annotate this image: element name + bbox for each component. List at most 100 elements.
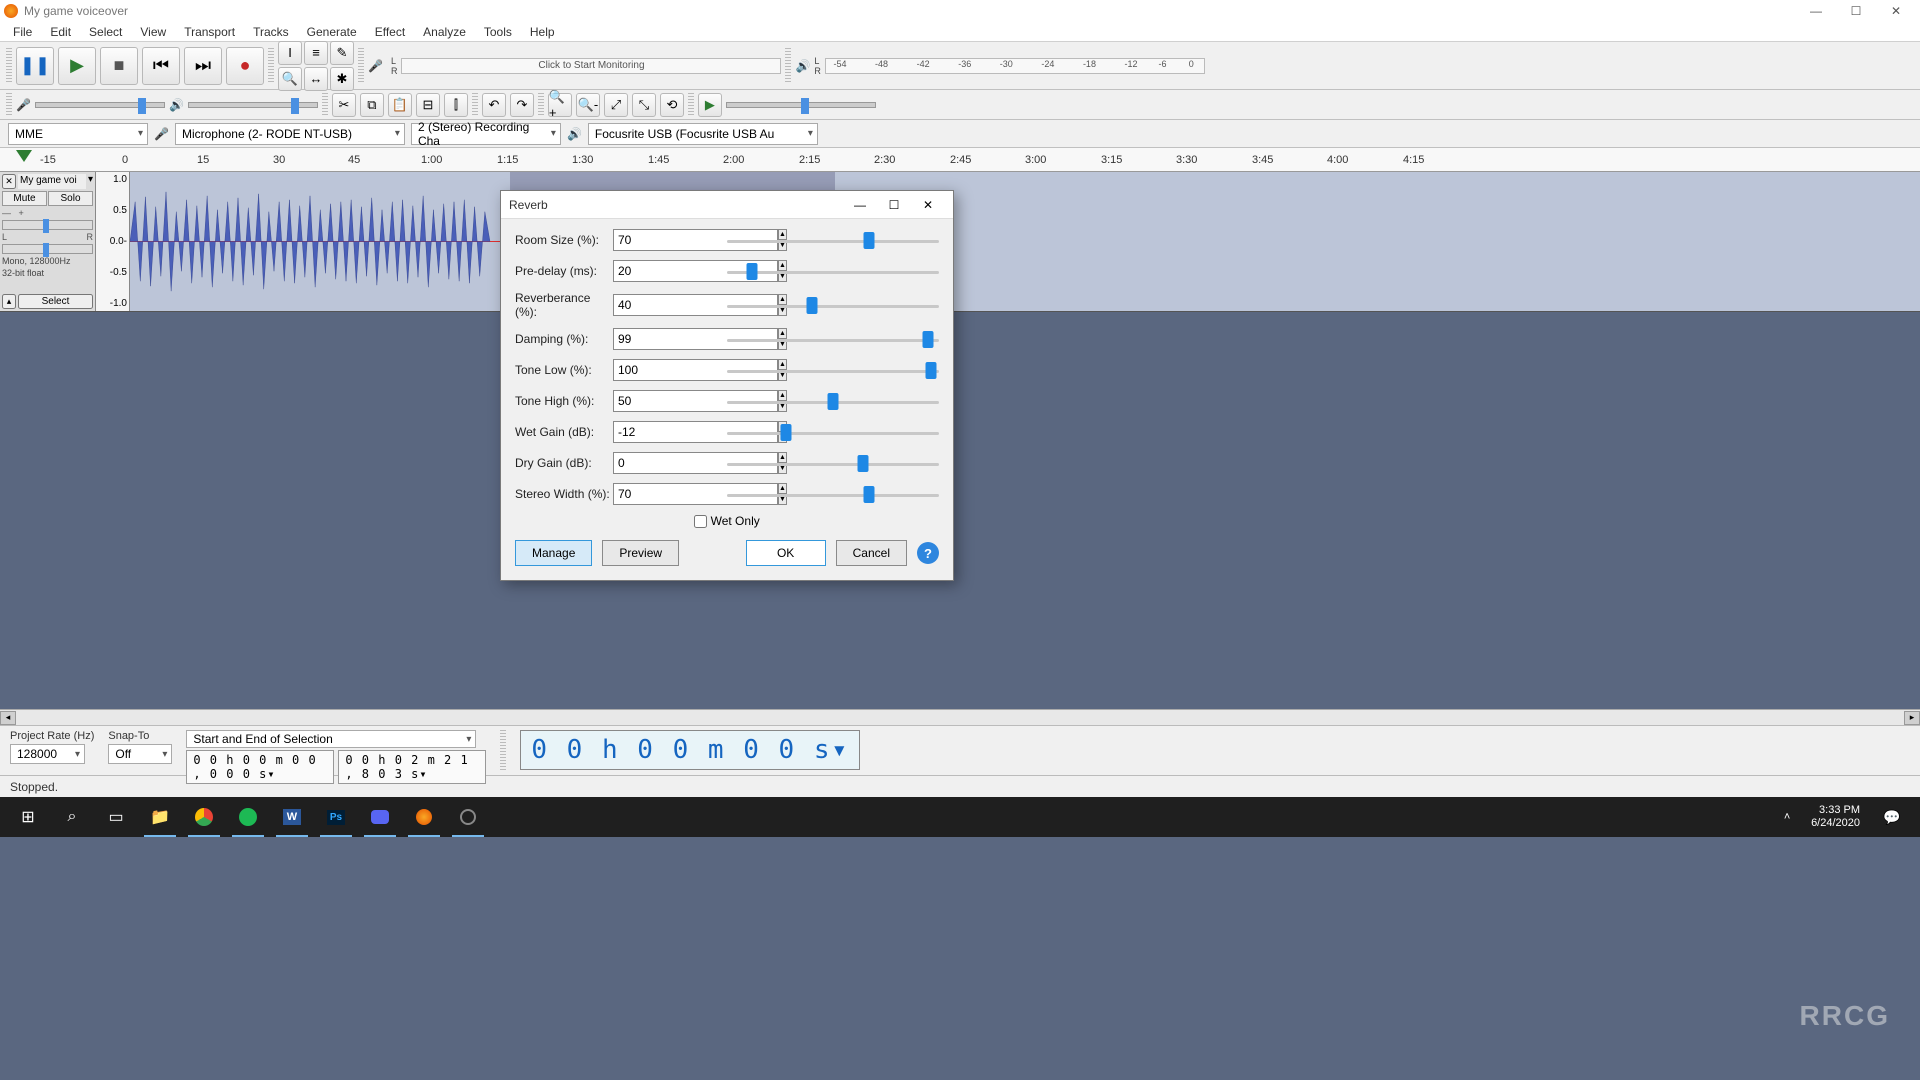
scroll-left-icon[interactable]: ◂ [0,711,16,725]
output-volume-slider[interactable] [188,102,318,108]
horizontal-scrollbar[interactable]: ◂ ▸ [0,709,1920,725]
solo-button[interactable]: Solo [48,191,93,206]
grip-icon[interactable] [6,93,12,117]
wet-only-checkbox[interactable] [694,515,707,528]
audacity-icon[interactable] [404,797,444,837]
timeshift-tool-icon[interactable]: ↔ [304,67,328,91]
menu-effect[interactable]: Effect [366,23,414,41]
selection-tool-icon[interactable]: I [278,41,302,65]
spotify-icon[interactable] [228,797,268,837]
param-slider[interactable] [727,295,939,315]
track-select-button[interactable]: Select [18,294,93,309]
help-icon[interactable]: ? [917,542,939,564]
selection-mode-select[interactable]: Start and End of Selection [186,730,476,748]
audio-host-select[interactable]: MME [8,123,148,145]
empty-track-area[interactable] [0,312,1920,709]
pan-slider[interactable] [2,244,93,254]
task-view-icon[interactable]: ▭ [96,797,136,837]
dialog-minimize-button[interactable]: — [843,193,877,217]
menu-generate[interactable]: Generate [298,23,366,41]
fit-selection-icon[interactable]: ⤢ [604,93,628,117]
photoshop-icon[interactable]: Ps [316,797,356,837]
play-button[interactable]: ▶ [58,47,96,85]
param-slider[interactable] [727,329,939,349]
playback-meter[interactable]: -54 -48 -42 -36 -30 -24 -18 -12 -6 0 [825,58,1205,74]
file-explorer-icon[interactable]: 📁 [140,797,180,837]
word-icon[interactable]: W [272,797,312,837]
minimize-button[interactable]: — [1796,0,1836,22]
fit-project-icon[interactable]: ⤡ [632,93,656,117]
playhead-icon[interactable] [16,150,32,162]
timeline-ruler[interactable]: -15 0 15 30 45 1:00 1:15 1:30 1:45 2:00 … [0,148,1920,172]
draw-tool-icon[interactable]: ✎ [330,41,354,65]
grip-icon[interactable] [472,93,478,117]
track-menu-icon[interactable]: ▾ [88,174,93,189]
param-slider[interactable] [727,230,939,250]
menu-tools[interactable]: Tools [475,23,521,41]
grip-icon[interactable] [500,730,506,770]
recording-meter[interactable]: Click to Start Monitoring [401,58,781,74]
param-spinner[interactable]: ▲▼ [613,390,709,412]
param-slider[interactable] [727,422,939,442]
gain-slider[interactable] [2,220,93,230]
channels-select[interactable]: 2 (Stereo) Recording Cha [411,123,561,145]
zoom-out-icon[interactable]: 🔍- [576,93,600,117]
param-spinner[interactable]: ▲▼ [613,328,709,350]
notifications-icon[interactable]: 💬 [1872,797,1912,837]
chrome-icon[interactable] [184,797,224,837]
maximize-button[interactable]: ☐ [1836,0,1876,22]
undo-icon[interactable]: ↶ [482,93,506,117]
pause-button[interactable]: ❚❚ [16,47,54,85]
zoom-toggle-icon[interactable]: ⟲ [660,93,684,117]
close-button[interactable]: ✕ [1876,0,1916,22]
menu-select[interactable]: Select [80,23,131,41]
manage-button[interactable]: Manage [515,540,592,566]
menu-edit[interactable]: Edit [41,23,80,41]
param-spinner[interactable]: ▲▼ [613,483,709,505]
selection-end-field[interactable]: 0 0 h 0 2 m 2 1 , 8 0 3 s▾ [338,750,486,784]
silence-icon[interactable]: ⫿ [444,93,468,117]
dialog-titlebar[interactable]: Reverb — ☐ ✕ [501,191,953,219]
grip-icon[interactable] [6,48,12,84]
track-name[interactable]: My game voi [18,174,86,189]
selection-start-field[interactable]: 0 0 h 0 0 m 0 0 , 0 0 0 s▾ [186,750,334,784]
scroll-right-icon[interactable]: ▸ [1904,711,1920,725]
menu-view[interactable]: View [131,23,175,41]
grip-icon[interactable] [785,48,791,84]
menu-transport[interactable]: Transport [175,23,244,41]
project-rate-select[interactable]: 128000 [10,744,85,764]
discord-icon[interactable] [360,797,400,837]
param-spinner[interactable]: ▲▼ [613,421,709,443]
track-control-panel[interactable]: ✕My game voi▾ MuteSolo — + LR Mono, 1280… [0,172,96,311]
mute-button[interactable]: Mute [2,191,47,206]
zoom-in-icon[interactable]: 🔍+ [548,93,572,117]
start-button[interactable]: ⊞ [8,797,48,837]
param-slider[interactable] [727,261,939,281]
grip-icon[interactable] [268,48,274,84]
menu-analyze[interactable]: Analyze [414,23,475,41]
snap-to-select[interactable]: Off [108,744,172,764]
cut-icon[interactable]: ✂ [332,93,356,117]
input-volume-slider[interactable] [35,102,165,108]
play-at-speed-icon[interactable]: ▶ [698,93,722,117]
envelope-tool-icon[interactable]: ≡ [304,41,328,65]
copy-icon[interactable]: ⧉ [360,93,384,117]
param-slider[interactable] [727,453,939,473]
tray-up-icon[interactable]: ˄ [1767,797,1807,837]
playback-speed-slider[interactable] [726,102,876,108]
preview-button[interactable]: Preview [602,540,679,566]
dialog-maximize-button[interactable]: ☐ [877,193,911,217]
obs-icon[interactable] [448,797,488,837]
multi-tool-icon[interactable]: ✱ [330,67,354,91]
param-spinner[interactable]: ▲▼ [613,229,709,251]
paste-icon[interactable]: 📋 [388,93,412,117]
waveform[interactable] [130,172,1920,311]
track-close-button[interactable]: ✕ [2,174,16,189]
track-collapse-button[interactable]: ▴ [2,294,16,309]
record-button[interactable]: ● [226,47,264,85]
grip-icon[interactable] [688,93,694,117]
skip-end-button[interactable]: ⏭ [184,47,222,85]
output-device-select[interactable]: Focusrite USB (Focusrite USB Au [588,123,818,145]
input-device-select[interactable]: Microphone (2- RODE NT-USB) [175,123,405,145]
grip-icon[interactable] [322,93,328,117]
